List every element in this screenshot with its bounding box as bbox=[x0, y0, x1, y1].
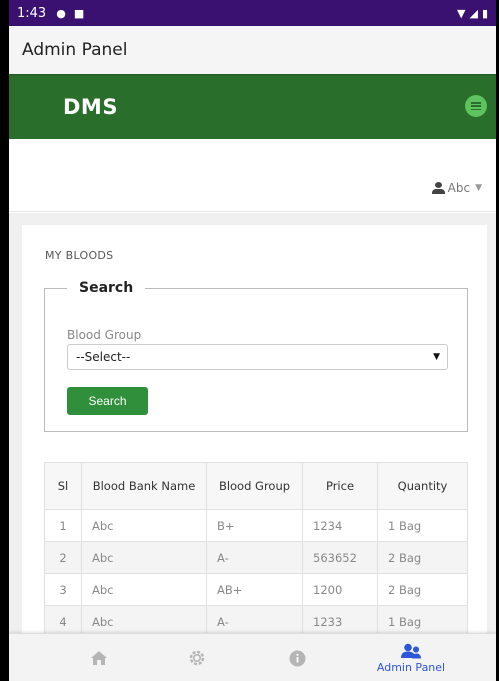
wifi-icon: ▼ bbox=[457, 6, 466, 20]
table-row: 1 Abc B+ 1234 1 Bag bbox=[44, 509, 468, 542]
main-content: MY BLOODS Search Blood Group --Select-- … bbox=[9, 213, 496, 645]
cell-blood-group: A- bbox=[206, 541, 303, 574]
sd-card-icon: ■ bbox=[73, 6, 85, 20]
nav-admin-panel-label: Admin Panel bbox=[376, 660, 446, 674]
cell-price: 563652 bbox=[302, 541, 378, 574]
device-frame-left bbox=[0, 0, 9, 681]
panel-title: MY BLOODS bbox=[45, 249, 114, 262]
blood-group-label: Blood Group bbox=[67, 328, 142, 342]
column-header-blood-group: Blood Group bbox=[206, 462, 303, 510]
column-header-sl: Sl bbox=[44, 462, 82, 510]
cell-quantity: 1 Bag bbox=[377, 509, 468, 542]
user-menu-dropdown[interactable]: Abc ▼ bbox=[431, 181, 482, 195]
status-time: 1:43 bbox=[17, 5, 47, 21]
hamburger-icon bbox=[471, 102, 481, 110]
cell-sl: 3 bbox=[44, 573, 82, 606]
nav-settings-tab[interactable] bbox=[152, 634, 242, 681]
search-legend: Search bbox=[79, 280, 134, 296]
column-header-price: Price bbox=[302, 462, 378, 510]
cell-price: 1234 bbox=[302, 509, 378, 542]
status-bar: 1:43 ● ■ ▼ ◢ ▮ bbox=[9, 0, 496, 26]
user-bar: Abc ▼ bbox=[9, 139, 496, 212]
phone-screen: 1:43 ● ■ ▼ ◢ ▮ Admin Panel DMS Abc ▼ MY … bbox=[9, 0, 496, 681]
app-bar-title: Admin Panel bbox=[22, 40, 128, 60]
app-bar: Admin Panel bbox=[9, 26, 496, 74]
user-name: Abc bbox=[447, 181, 471, 195]
column-header-bank-name: Blood Bank Name bbox=[81, 462, 207, 510]
nav-home-tab[interactable] bbox=[54, 634, 144, 681]
cell-bank-name: Abc bbox=[81, 573, 207, 606]
cell-blood-group: B+ bbox=[206, 509, 303, 542]
brand-logo-text[interactable]: DMS bbox=[63, 95, 118, 119]
cell-sl: 1 bbox=[44, 509, 82, 542]
home-icon bbox=[91, 651, 107, 665]
table-row: 3 Abc AB+ 1200 2 Bag bbox=[44, 573, 468, 606]
bottom-navigation: Admin Panel bbox=[9, 633, 496, 681]
info-icon bbox=[289, 650, 305, 666]
site-header: DMS bbox=[9, 74, 496, 139]
notification-icon: ● bbox=[56, 6, 66, 20]
cell-price: 1200 bbox=[302, 573, 378, 606]
cell-bank-name: Abc bbox=[81, 541, 207, 574]
search-button[interactable]: Search bbox=[67, 387, 148, 415]
bloods-table: Sl Blood Bank Name Blood Group Price Qua… bbox=[44, 462, 468, 638]
cell-quantity: 2 Bag bbox=[377, 541, 468, 574]
menu-toggle-button[interactable] bbox=[465, 95, 487, 117]
cell-blood-group: AB+ bbox=[206, 573, 303, 606]
settings-icon bbox=[189, 650, 205, 666]
cell-bank-name: Abc bbox=[81, 509, 207, 542]
column-header-quantity: Quantity bbox=[377, 462, 468, 510]
caret-down-icon: ▼ bbox=[475, 183, 482, 193]
user-icon bbox=[431, 182, 445, 194]
dropdown-arrow-icon: ▼ bbox=[433, 352, 440, 362]
blood-group-select[interactable]: --Select-- ▼ bbox=[67, 344, 448, 370]
nav-admin-panel-tab[interactable]: Admin Panel bbox=[366, 634, 456, 681]
cell-quantity: 2 Bag bbox=[377, 573, 468, 606]
admin-panel-icon bbox=[401, 643, 421, 658]
table-row: 2 Abc A- 563652 2 Bag bbox=[44, 541, 468, 574]
blood-group-select-value: --Select-- bbox=[76, 350, 131, 364]
cell-sl: 2 bbox=[44, 541, 82, 574]
signal-icon: ◢ bbox=[469, 6, 478, 20]
battery-icon: ▮ bbox=[481, 6, 488, 20]
table-header-row: Sl Blood Bank Name Blood Group Price Qua… bbox=[44, 462, 468, 510]
nav-info-tab[interactable] bbox=[252, 634, 342, 681]
my-bloods-panel: MY BLOODS Search Blood Group --Select-- … bbox=[22, 225, 487, 645]
search-fieldset: Search Blood Group --Select-- ▼ Search bbox=[44, 280, 468, 432]
